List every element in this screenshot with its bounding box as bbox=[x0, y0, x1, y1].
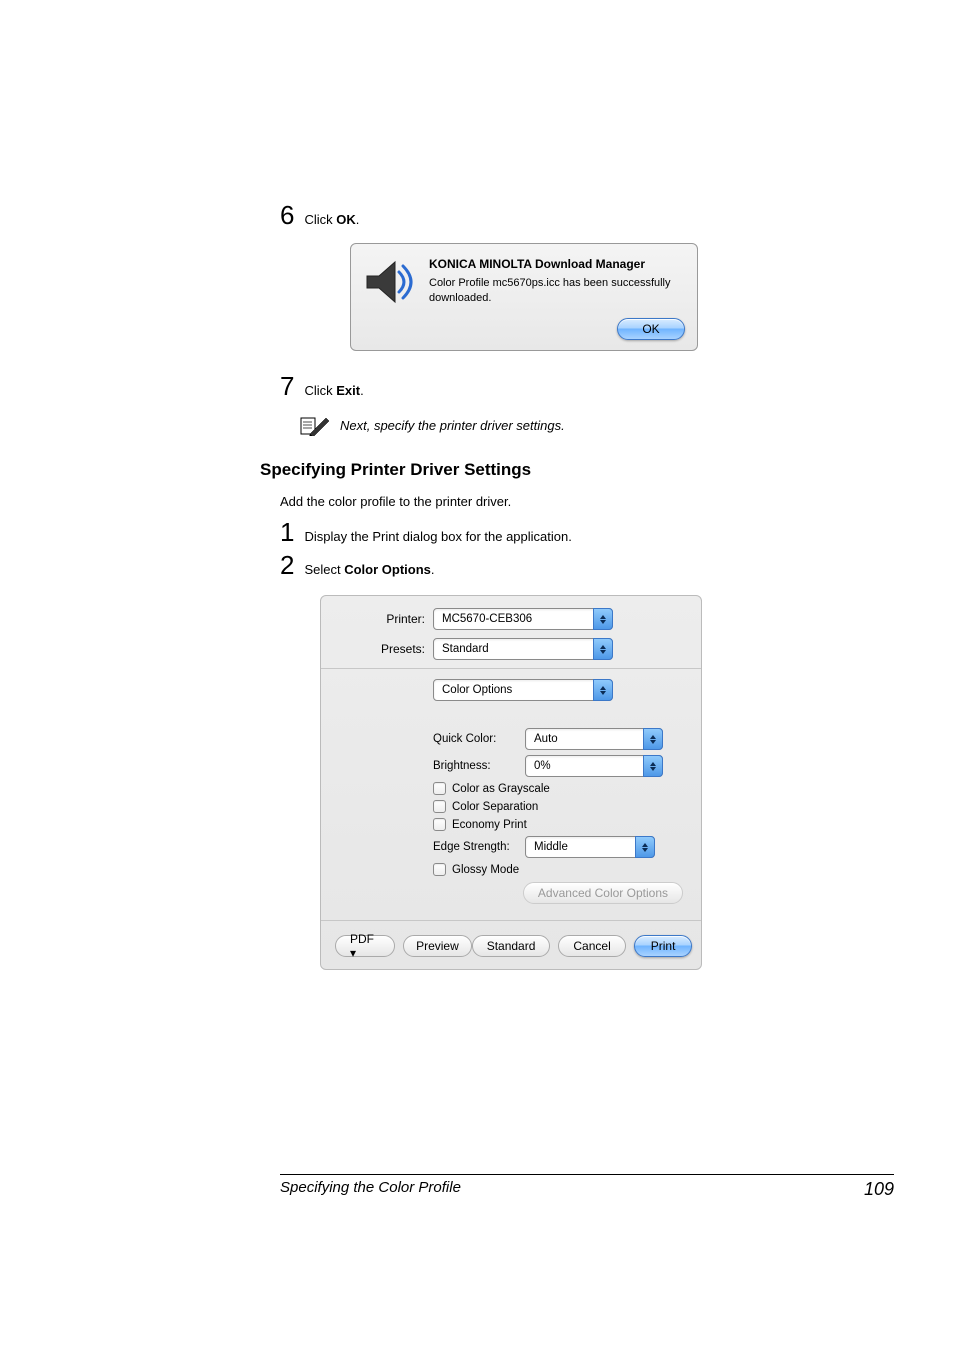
edge-strength-label: Edge Strength: bbox=[433, 841, 519, 853]
stepper-icon bbox=[593, 638, 613, 660]
note-text: Next, specify the printer driver setting… bbox=[340, 418, 565, 433]
printer-value: MC5670-CEB306 bbox=[442, 613, 532, 625]
pdf-menu-button[interactable]: PDF ▾ bbox=[335, 935, 395, 957]
economy-print-label: Economy Print bbox=[452, 819, 527, 831]
step-7-text: Click Exit. bbox=[304, 383, 363, 398]
stepper-icon bbox=[593, 608, 613, 630]
ok-button[interactable]: OK bbox=[617, 318, 685, 340]
stepper-icon bbox=[643, 755, 663, 777]
step-1-number: 1 bbox=[280, 517, 294, 548]
printer-select[interactable]: MC5670-CEB306 bbox=[433, 608, 613, 630]
glossy-mode-row[interactable]: Glossy Mode bbox=[433, 863, 687, 876]
stepper-icon bbox=[593, 679, 613, 701]
step-6-bold: OK bbox=[336, 212, 356, 227]
preview-button[interactable]: Preview bbox=[403, 935, 472, 957]
section-heading: Specifying Printer Driver Settings bbox=[260, 460, 894, 480]
step-7-bold: Exit bbox=[336, 383, 360, 398]
checkbox-icon[interactable] bbox=[433, 782, 446, 795]
checkbox-icon[interactable] bbox=[433, 863, 446, 876]
presets-value: Standard bbox=[442, 643, 489, 655]
glossy-mode-label: Glossy Mode bbox=[452, 864, 519, 876]
dialog-message: Color Profile mc5670ps.icc has been succ… bbox=[429, 276, 685, 306]
edge-strength-select[interactable]: Middle bbox=[525, 836, 655, 858]
step-1: 1 Display the Print dialog box for the a… bbox=[280, 517, 894, 548]
step-7-number: 7 bbox=[280, 371, 294, 402]
intro-text: Add the color profile to the printer dri… bbox=[280, 494, 894, 509]
stepper-icon bbox=[643, 728, 663, 750]
download-manager-dialog: KONICA MINOLTA Download Manager Color Pr… bbox=[350, 243, 698, 351]
color-grayscale-label: Color as Grayscale bbox=[452, 783, 550, 795]
pencil-note-icon bbox=[300, 414, 330, 436]
brightness-label: Brightness: bbox=[433, 760, 519, 772]
page-footer: Specifying the Color Profile 109 bbox=[280, 1174, 894, 1200]
step-1-text: Display the Print dialog box for the app… bbox=[304, 529, 571, 544]
edge-strength-row: Edge Strength: Middle bbox=[433, 836, 687, 858]
step-6-text: Click OK. bbox=[304, 212, 359, 227]
step-6-number: 6 bbox=[280, 200, 294, 231]
economy-print-row[interactable]: Economy Print bbox=[433, 818, 687, 831]
color-separation-label: Color Separation bbox=[452, 801, 538, 813]
step-2-post: . bbox=[431, 562, 435, 577]
step-6: 6 Click OK. bbox=[280, 200, 894, 231]
step-7-pre: Click bbox=[304, 383, 336, 398]
pane-select[interactable]: Color Options bbox=[433, 679, 613, 701]
divider bbox=[321, 668, 701, 669]
page-number: 109 bbox=[864, 1179, 894, 1200]
brightness-value: 0% bbox=[534, 760, 551, 772]
brightness-row: Brightness: 0% bbox=[433, 755, 687, 777]
printer-label: Printer: bbox=[335, 612, 433, 626]
edge-strength-value: Middle bbox=[534, 841, 568, 853]
step-6-pre: Click bbox=[304, 212, 336, 227]
brightness-select[interactable]: 0% bbox=[525, 755, 663, 777]
dialog-title: KONICA MINOLTA Download Manager bbox=[429, 256, 685, 272]
checkbox-icon[interactable] bbox=[433, 818, 446, 831]
speaker-icon bbox=[363, 256, 415, 308]
print-dialog: Printer: MC5670-CEB306 Presets: Standard… bbox=[320, 595, 702, 970]
step-7: 7 Click Exit. bbox=[280, 371, 894, 402]
step-7-post: . bbox=[360, 383, 364, 398]
step-2-bold: Color Options bbox=[344, 562, 431, 577]
presets-label: Presets: bbox=[335, 642, 433, 656]
advanced-color-options-button[interactable]: Advanced Color Options bbox=[523, 882, 683, 904]
stepper-icon bbox=[635, 836, 655, 858]
quick-color-select[interactable]: Auto bbox=[525, 728, 663, 750]
note-row: Next, specify the printer driver setting… bbox=[300, 414, 894, 436]
cancel-button[interactable]: Cancel bbox=[558, 935, 625, 957]
quick-color-value: Auto bbox=[534, 733, 558, 745]
step-2: 2 Select Color Options. bbox=[280, 550, 894, 581]
print-button[interactable]: Print bbox=[634, 935, 693, 957]
quick-color-row: Quick Color: Auto bbox=[433, 728, 687, 750]
step-2-number: 2 bbox=[280, 550, 294, 581]
step-2-pre: Select bbox=[304, 562, 344, 577]
color-grayscale-row[interactable]: Color as Grayscale bbox=[433, 782, 687, 795]
pane-value: Color Options bbox=[442, 684, 512, 696]
step-2-text: Select Color Options. bbox=[304, 562, 434, 577]
color-separation-row[interactable]: Color Separation bbox=[433, 800, 687, 813]
divider bbox=[321, 920, 701, 921]
quick-color-label: Quick Color: bbox=[433, 733, 519, 745]
step-6-post: . bbox=[356, 212, 360, 227]
standard-button[interactable]: Standard bbox=[472, 935, 551, 957]
presets-select[interactable]: Standard bbox=[433, 638, 613, 660]
footer-title: Specifying the Color Profile bbox=[280, 1179, 461, 1200]
checkbox-icon[interactable] bbox=[433, 800, 446, 813]
